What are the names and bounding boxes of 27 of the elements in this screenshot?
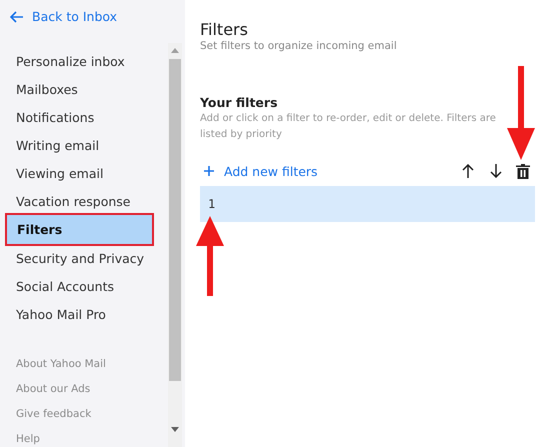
move-up-button[interactable]: [462, 164, 474, 178]
section-title: Your filters: [200, 95, 279, 111]
back-link[interactable]: Back to Inbox: [10, 9, 118, 24]
scrollbar[interactable]: [168, 43, 182, 447]
page-subtitle: Set filters to organize incoming email: [200, 40, 398, 53]
plus-icon: [204, 166, 214, 176]
filter-row[interactable]: 1: [200, 186, 535, 222]
sidebar-item[interactable]: Notifications: [0, 103, 160, 131]
trash-icon: [516, 164, 530, 178]
sidebar-item[interactable]: Yahoo Mail Pro: [0, 300, 160, 328]
scroll-down-icon[interactable]: [171, 427, 179, 432]
sidebar-item[interactable]: Filters: [7, 215, 152, 244]
page-title: Filters: [200, 20, 249, 40]
sidebar-item[interactable]: Viewing email: [0, 159, 160, 187]
down-arrow-icon: [490, 164, 502, 178]
move-down-button[interactable]: [490, 164, 502, 178]
back-arrow-icon: [10, 10, 24, 22]
sidebar-item[interactable]: Personalize inbox: [0, 47, 160, 75]
sidebar-item[interactable]: Mailboxes: [0, 75, 160, 103]
section-description: Add or click on a filter to re-order, edit or delete. Filters are listed by priority: [200, 112, 497, 142]
sidebar-item[interactable]: Vacation response: [0, 187, 160, 215]
up-arrow-icon: [462, 164, 474, 178]
sidebar-item[interactable]: Security and Privacy: [0, 244, 160, 272]
sidebar-item[interactable]: Social Accounts: [0, 272, 160, 300]
add-filter-button[interactable]: Add new filters: [200, 164, 318, 178]
delete-button[interactable]: [516, 164, 530, 178]
sidebar-item[interactable]: Writing email: [0, 131, 160, 159]
